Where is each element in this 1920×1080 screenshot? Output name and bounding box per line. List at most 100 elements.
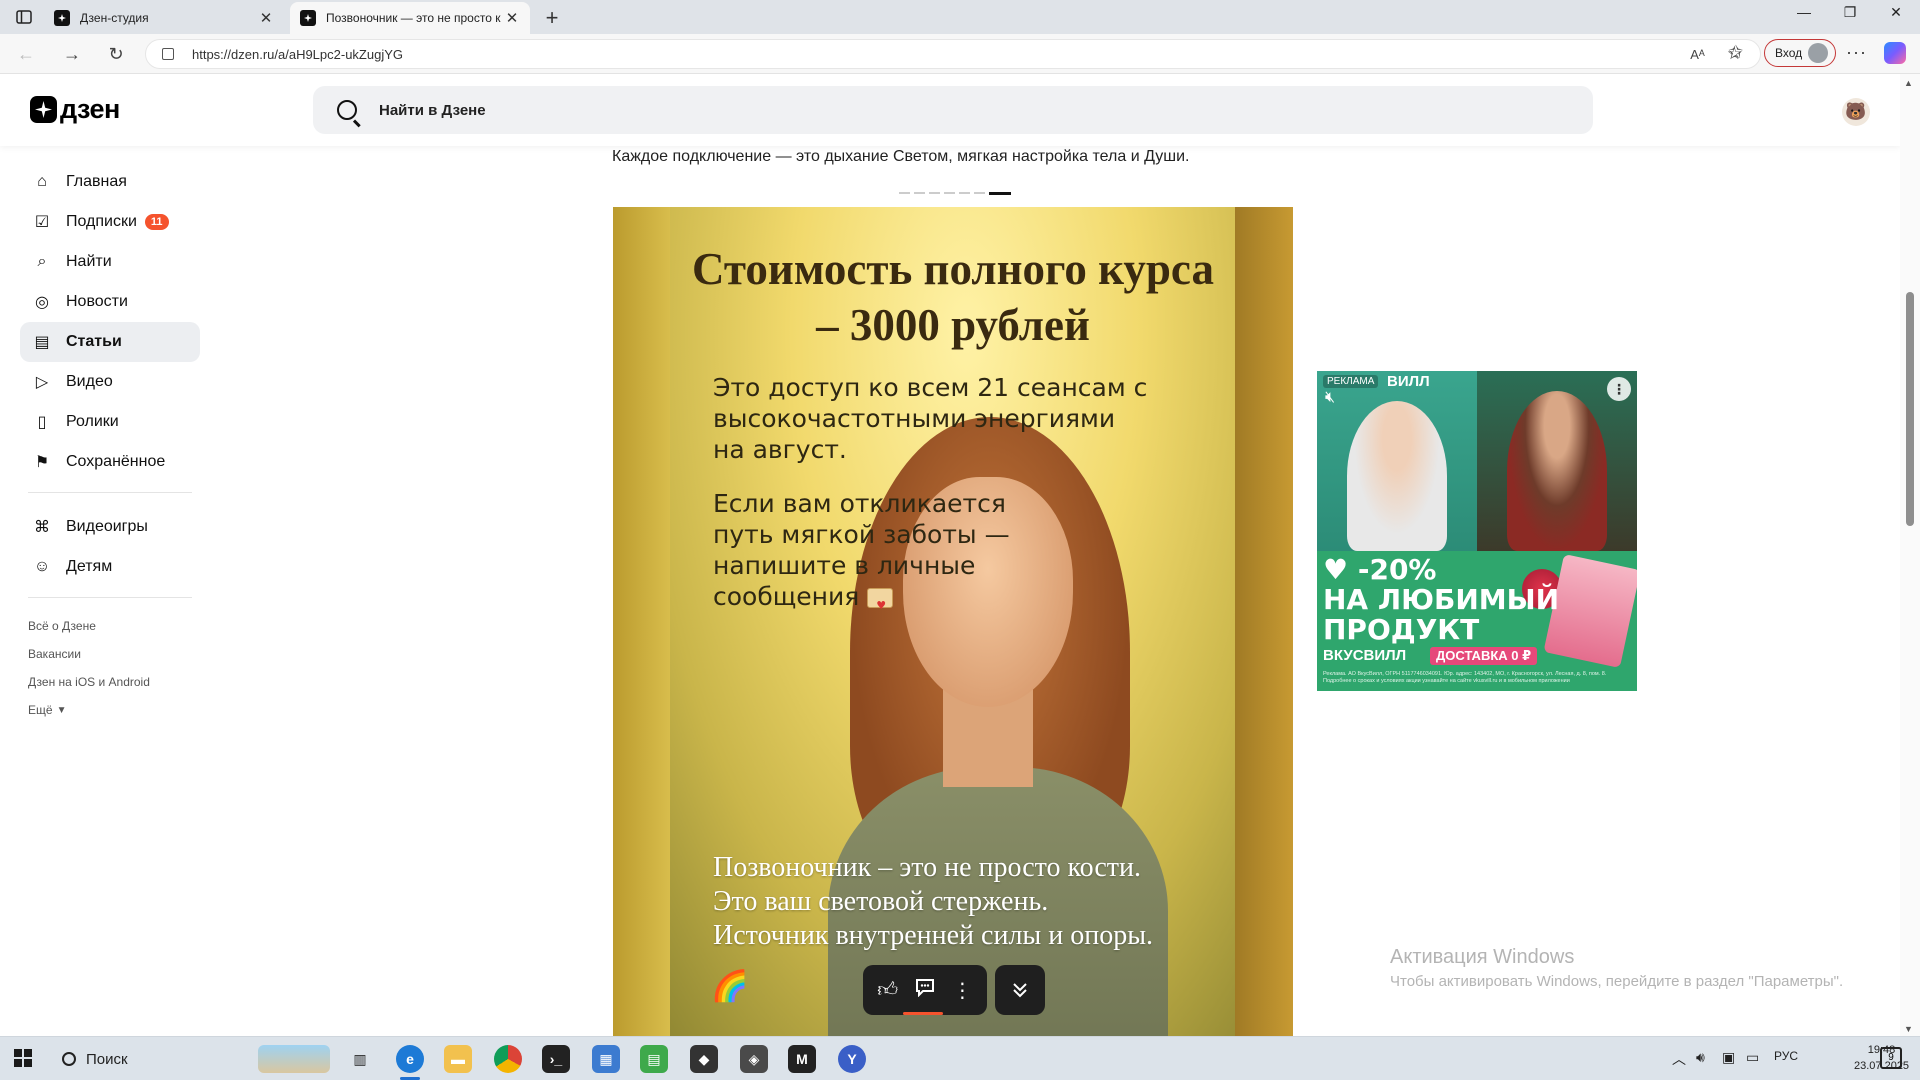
volume-icon[interactable]: 🔊︎ xyxy=(1696,1049,1705,1066)
url-text[interactable]: https://dzen.ru/a/aH9Lpc2-ukZugjYG xyxy=(192,47,1690,62)
carousel-dot[interactable] xyxy=(959,192,970,194)
scroll-up-arrow-icon[interactable]: ▲ xyxy=(1904,78,1913,88)
reload-button[interactable]: ↻ xyxy=(104,42,128,66)
sidebar-item-video[interactable]: ▷ Видео xyxy=(20,362,200,402)
file-explorer-icon[interactable]: ▬ xyxy=(444,1045,472,1073)
tab-close-icon[interactable]: ✕ xyxy=(258,9,274,27)
tab-close-icon[interactable]: ✕ xyxy=(504,9,520,27)
carousel-dot[interactable] xyxy=(989,192,1011,195)
notifications-icon[interactable]: 9 xyxy=(1880,1047,1902,1069)
forward-button[interactable]: → xyxy=(60,42,84,66)
page-viewport: дзен Найти в Дзене 🐻 ⌂ Главная ☑ Подписки 11… xyxy=(0,74,1920,1036)
sidebar-item-shorts[interactable]: ▯ Ролики xyxy=(20,402,200,442)
tab-article[interactable]: Позвоночник — это не просто к ✕ xyxy=(290,2,530,34)
image-bottom-text: Позвоночник – это не просто кости. Это в… xyxy=(713,851,1213,953)
carousel-dot[interactable] xyxy=(974,192,985,194)
more-options-button[interactable]: ⋮ xyxy=(945,978,979,1003)
sidebar-item-kids[interactable]: ☺ Детям xyxy=(20,547,200,587)
minimize-button[interactable]: — xyxy=(1784,4,1824,20)
read-aloud-icon[interactable]: Aᴬ xyxy=(1690,47,1705,62)
carousel-dot[interactable] xyxy=(944,192,955,194)
tab-dzen-studio[interactable]: Дзен-студия ✕ xyxy=(44,2,284,34)
sidebar-item-home[interactable]: ⌂ Главная xyxy=(20,162,200,202)
windows-start-button[interactable] xyxy=(14,1049,32,1067)
dzen-favicon-icon xyxy=(54,10,70,26)
sidebar-item-label: Главная xyxy=(66,173,127,190)
dzen-logo-icon xyxy=(30,96,57,123)
ad-woman-figure xyxy=(1347,401,1447,551)
like-button[interactable]: 👍︎ xyxy=(871,978,905,1002)
page-scrollbar[interactable]: ▲ ▼ xyxy=(1900,74,1920,1036)
sidebar-item-bookmark[interactable]: ⚑ Сохранённое xyxy=(20,442,200,482)
article-image[interactable]: Стоимость полного курса – 3000 рублей Эт… xyxy=(613,207,1293,1036)
comments-button[interactable] xyxy=(908,977,942,1003)
shorts-icon: ▯ xyxy=(37,414,47,431)
chevron-down-icon: ▼ xyxy=(56,704,67,716)
image-bottom-line1: Позвоночник – это не просто кости. xyxy=(713,852,1142,883)
carousel-dot[interactable] xyxy=(929,192,940,194)
window-close-button[interactable]: ✕ xyxy=(1876,4,1916,21)
link-mobile-apps[interactable]: Дзен на iOS и Android xyxy=(20,668,200,696)
task-view-icon[interactable]: ▥ xyxy=(346,1045,374,1073)
link-more[interactable]: Ещё ▼ xyxy=(20,696,200,724)
device-icon[interactable]: ▣ xyxy=(1722,1049,1735,1066)
browser-menu-icon[interactable]: ··· xyxy=(1846,42,1867,63)
scroll-down-arrow-icon[interactable]: ▼ xyxy=(1904,1024,1913,1034)
favorites-icon[interactable]: ✩ xyxy=(1728,42,1743,63)
video-icon: ▷ xyxy=(35,374,49,391)
search-input[interactable]: Найти в Дзене xyxy=(313,86,1593,134)
link-about[interactable]: Всё о Дзене xyxy=(20,612,200,640)
sidebar-item-gamepad[interactable]: ⌘ Видеоигры xyxy=(20,507,200,547)
sidebar-item-label: Новости xyxy=(66,293,128,310)
restore-button[interactable]: ❐ xyxy=(1830,4,1870,21)
spreadsheet-icon[interactable]: ▤ xyxy=(640,1045,668,1073)
network-icon[interactable]: ▭ xyxy=(1746,1049,1759,1066)
edge-browser-icon[interactable]: e xyxy=(396,1045,424,1080)
language-indicator[interactable]: РУС xyxy=(1774,1049,1798,1063)
image-bottom-line2: Это ваш световой стержень. xyxy=(713,886,1049,917)
sidebar-item-search[interactable]: ⌕ Найти xyxy=(20,242,200,282)
game-launcher-icon[interactable]: ◆ xyxy=(690,1045,718,1073)
ad-headline: ♥ -20% НА ЛЮБИМЫЙ ПРОДУКТ xyxy=(1323,555,1559,645)
user-avatar[interactable]: 🐻 xyxy=(1842,98,1870,126)
dzen-logo[interactable]: дзен xyxy=(30,94,120,125)
search-highlight-image[interactable] xyxy=(258,1045,330,1073)
scrollbar-thumb[interactable] xyxy=(1906,292,1914,526)
windows-taskbar: Поиск ▥ e ▬ ›_ ▦ ▤ ◆ ◈ M Y ︿ 🔊︎ ▣ ▭ РУС … xyxy=(0,1036,1920,1080)
sidebar-item-articles[interactable]: ▤ Статьи xyxy=(20,322,200,362)
copilot-icon[interactable] xyxy=(1884,42,1906,64)
scroll-down-button[interactable] xyxy=(995,965,1045,1015)
calculator-icon[interactable]: ▦ xyxy=(592,1045,620,1073)
sidebar-item-news[interactable]: ◎ Новости xyxy=(20,282,200,322)
terminal-icon[interactable]: ›_ xyxy=(542,1045,570,1073)
game-client-icon[interactable]: ◈ xyxy=(740,1045,768,1073)
carousel-dot[interactable] xyxy=(914,192,925,194)
taskbar-search-label: Поиск xyxy=(86,1050,128,1068)
advertisement-banner[interactable]: РЕКЛАМА ВИЛЛ 🔇︎ ⋮ ♥ -20% НА ЛЮБИМЫЙ ПРОД… xyxy=(1317,371,1637,691)
tab-actions-button[interactable] xyxy=(12,6,36,28)
back-button[interactable]: ← xyxy=(14,42,38,66)
subscriptions-icon: ☑ xyxy=(34,214,50,231)
new-tab-button[interactable]: + xyxy=(540,5,564,31)
watermark-subtitle: Чтобы активировать Windows, перейдите в … xyxy=(1390,973,1844,990)
sidebar-item-label: Детям xyxy=(66,558,113,575)
link-vacancies[interactable]: Вакансии xyxy=(20,640,200,668)
mute-icon[interactable]: 🔇︎ xyxy=(1325,389,1335,407)
address-bar[interactable]: https://dzen.ru/a/aH9Lpc2-ukZugjYG Aᴬ ☆ xyxy=(145,39,1761,69)
site-info-icon[interactable] xyxy=(162,48,174,60)
profile-login-button[interactable]: Вход xyxy=(1764,39,1836,67)
ad-more-button[interactable]: ⋮ xyxy=(1607,377,1631,401)
sidebar-item-label: Ролики xyxy=(66,413,119,430)
tray-expand-icon[interactable]: ︿ xyxy=(1672,1049,1686,1069)
envelope-icon xyxy=(867,588,894,621)
image-paragraph-2-text: Если вам откликается путь мягкой заботы … xyxy=(713,489,1010,611)
carousel-dot[interactable] xyxy=(899,192,910,194)
image-paragraph-1: Это доступ ко всем 21 сеансам с высокоча… xyxy=(713,373,1148,464)
sidebar-item-label: Подписки xyxy=(66,213,137,230)
site-header: дзен Найти в Дзене 🐻 xyxy=(0,74,1900,146)
game-m-icon[interactable]: M xyxy=(788,1045,816,1073)
yandex-icon[interactable]: Y xyxy=(838,1045,866,1073)
sidebar-item-subscriptions[interactable]: ☑ Подписки 11 xyxy=(20,202,200,242)
article-paragraph: Каждое подключение — это дыхание Светом,… xyxy=(612,148,1190,165)
chrome-icon[interactable] xyxy=(494,1045,522,1073)
